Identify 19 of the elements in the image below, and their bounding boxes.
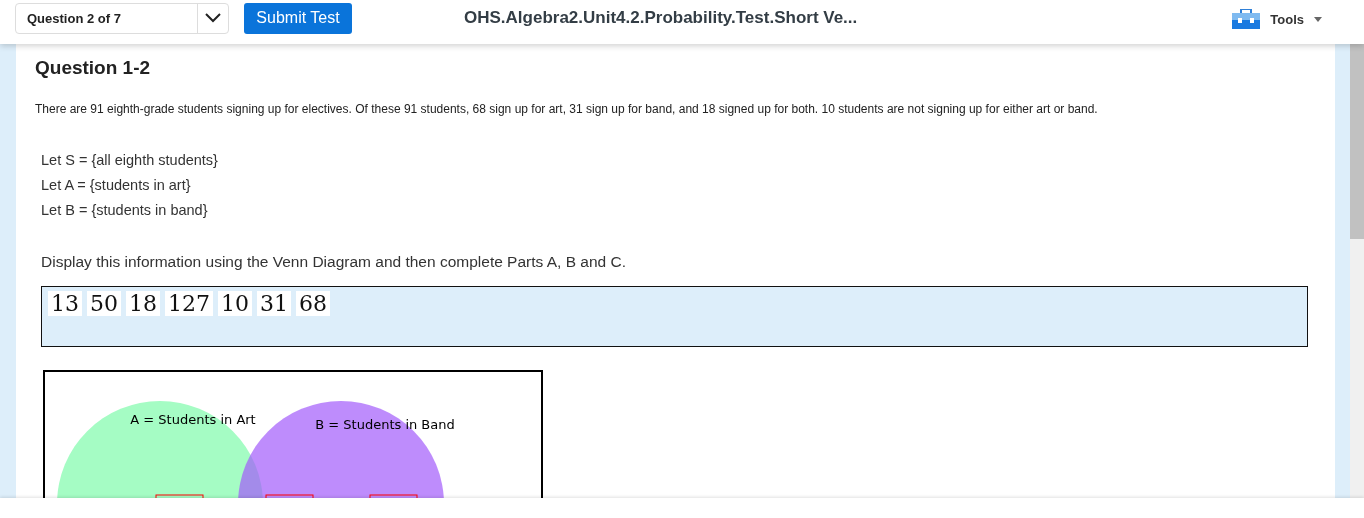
instruction-text: Display this information using the Venn Diagram and then complete Parts A, B and C. — [41, 253, 627, 271]
circle-a-label: A = Students in Art — [130, 412, 256, 427]
number-tile[interactable]: 68 — [296, 291, 330, 316]
circle-b-label: B = Students in Band — [315, 417, 455, 432]
question-prompt: There are 91 eighth-grade students signing up for electives. Of these 91 students, 68 sign up for art, 31 sign up for band, and 18 signed up for both. 10 students are not signing up for either art or band. — [35, 102, 1099, 116]
set-definition: Let A = {students in art} — [41, 176, 192, 195]
test-title: OHS.Algebra2.Unit4.2.Probability.Test.Short Ve... — [464, 8, 858, 28]
number-tile[interactable]: 31 — [257, 291, 291, 316]
set-definition: Let S = {all eighth students} — [41, 151, 219, 170]
number-tile[interactable]: 13 — [48, 291, 82, 316]
tools-button[interactable]: Tools — [1226, 8, 1328, 30]
question-select[interactable]: Question 2 of 7 — [15, 2, 229, 34]
number-tile[interactable]: 127 — [165, 291, 213, 316]
question-heading: Question 1-2 — [35, 56, 152, 80]
number-tile[interactable]: 50 — [87, 291, 121, 316]
number-tile[interactable]: 10 — [218, 291, 252, 316]
set-definition: Let B = {students in band} — [41, 201, 209, 220]
submit-button[interactable]: Submit Test — [244, 2, 352, 34]
number-tile[interactable]: 18 — [126, 291, 160, 316]
